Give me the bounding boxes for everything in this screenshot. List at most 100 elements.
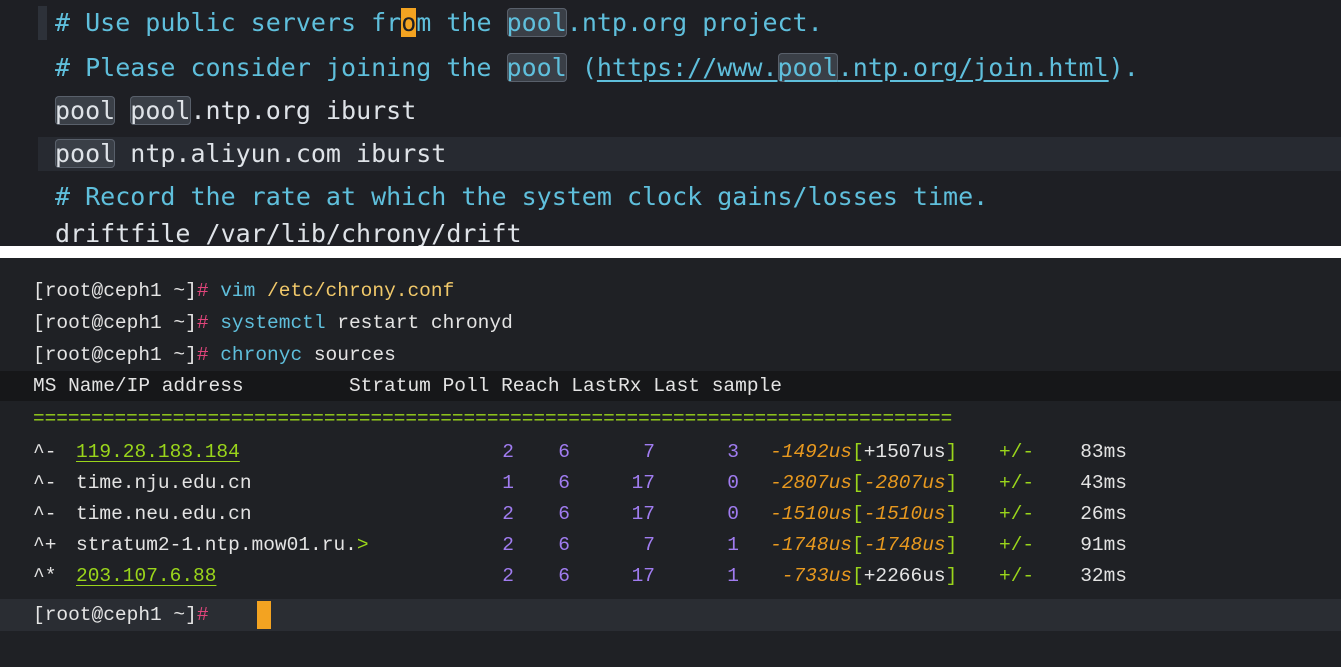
bracket-open: [ <box>852 503 864 525</box>
prompt-hash: # <box>196 280 209 302</box>
bracket-open: [ <box>852 472 864 494</box>
measured-value: +1507us <box>863 441 946 463</box>
error-bound: 91ms <box>1080 534 1127 556</box>
search-match: pool <box>130 96 191 125</box>
source-name: 119.28.183.184 <box>76 441 240 463</box>
source-name: 203.107.6.88 <box>76 565 217 587</box>
table-row: ^+ stratum2-1.ntp.mow01.ru.> 2 6 7 1 -1748us [-… <box>0 530 1341 560</box>
lastrx-value: 0 <box>727 472 739 494</box>
poll-value: 6 <box>558 565 570 587</box>
editor-line-1[interactable]: # Use public servers from the pool.ntp.o… <box>55 6 823 40</box>
reach-value: 7 <box>643 441 655 463</box>
plus-minus: +/- <box>999 565 1035 587</box>
text: .ntp.org project. <box>566 8 823 37</box>
vim-editor-panel[interactable]: # Use public servers from the pool.ntp.o… <box>0 0 1341 246</box>
stratum-value: 2 <box>502 565 514 587</box>
editor-line-5[interactable]: # Record the rate at which the system cl… <box>55 180 988 214</box>
measured-offset: [-2807us] <box>852 468 957 498</box>
error-bound: 43ms <box>1080 472 1127 494</box>
offset-value: -733us <box>781 565 852 587</box>
prompt: [root@ceph1 ~] <box>33 280 197 302</box>
plus-minus: +/- <box>999 503 1035 525</box>
url-part: https://www. <box>596 53 778 82</box>
lastrx-value: 1 <box>727 565 739 587</box>
text <box>115 96 130 125</box>
source-mode-state: ^- <box>33 441 57 463</box>
source-mode-state: ^- <box>33 503 57 525</box>
source-mode-state: ^* <box>33 565 57 587</box>
error-bound: 83ms <box>1080 441 1127 463</box>
measured-offset: [+2266us] <box>852 561 957 591</box>
stratum-value: 2 <box>502 441 514 463</box>
command-args: restart chronyd <box>325 312 513 334</box>
source-mode-state: ^+ <box>33 534 57 556</box>
measured-value: -2807us <box>863 472 946 494</box>
stratum-value: 2 <box>502 503 514 525</box>
search-match: pool <box>506 53 567 82</box>
command-line-3: [root@ceph1 ~]# chronyc sources <box>33 340 396 370</box>
lastrx-value: 3 <box>727 441 739 463</box>
offset-value: -1492us <box>770 441 852 463</box>
measured-offset: [-1510us] <box>852 499 957 529</box>
text: ntp.aliyun.com iburst <box>115 139 447 168</box>
table-row: ^- time.nju.edu.cn 1 6 17 0 -2807us [-2807us] +/… <box>0 468 1341 498</box>
command-line-active[interactable]: [root@ceph1 ~]# <box>33 600 209 630</box>
command: vim <box>220 280 256 302</box>
offset-value: -1748us <box>770 534 852 556</box>
prompt: [root@ceph1 ~] <box>33 312 197 334</box>
measured-value: +2266us <box>863 565 946 587</box>
poll-value: 6 <box>558 503 570 525</box>
plus-minus: +/- <box>999 472 1035 494</box>
table-row: ^* 203.107.6.88 2 6 17 1 -733us [+2266us] +/- 32m… <box>0 561 1341 591</box>
text: ( <box>566 53 597 82</box>
lastrx-value: 1 <box>727 534 739 556</box>
url-link[interactable]: https://www.pool.ntp.org/join.html <box>597 53 1109 82</box>
text: driftfile /var/lib/chrony/drift <box>55 223 522 246</box>
text: # Record the rate at which the system cl… <box>55 182 989 211</box>
search-match: pool <box>55 96 116 125</box>
command-args: sources <box>302 344 396 366</box>
table-row: ^- time.neu.edu.cn 2 6 17 0 -1510us [-1510us] +/… <box>0 499 1341 529</box>
text: # Please consider joining the <box>55 53 507 82</box>
command-line-1: [root@ceph1 ~]# vim /etc/chrony.conf <box>33 276 454 306</box>
poll-value: 6 <box>558 441 570 463</box>
bracket-close: ] <box>945 472 958 494</box>
prompt: [root@ceph1 ~] <box>33 604 197 626</box>
editor-cursor: o <box>401 8 417 37</box>
prompt: [root@ceph1 ~] <box>33 344 197 366</box>
reach-value: 17 <box>631 503 655 525</box>
text: .ntp.org iburst <box>190 96 417 125</box>
terminal-panel[interactable]: [root@ceph1 ~]# vim /etc/chrony.conf [ro… <box>0 258 1341 667</box>
stratum-value: 2 <box>502 534 514 556</box>
sources-table-header: MS Name/IP address Stratum Poll Reach La… <box>33 375 782 397</box>
bracket-open: [ <box>852 441 864 463</box>
offset-value: -2807us <box>770 472 852 494</box>
reach-value: 17 <box>631 472 655 494</box>
plus-minus: +/- <box>999 441 1035 463</box>
bracket-close: ] <box>945 503 958 525</box>
command-args: /etc/chrony.conf <box>255 280 455 302</box>
text: # Use public servers fr <box>55 8 402 37</box>
editor-line-4[interactable]: pool ntp.aliyun.com iburst <box>55 137 446 171</box>
editor-line-6[interactable]: driftfile /var/lib/chrony/drift <box>55 223 522 246</box>
terminal-cursor <box>257 601 271 629</box>
plus-minus: +/- <box>999 534 1035 556</box>
bracket-close: ] <box>945 534 958 556</box>
error-bound: 32ms <box>1080 565 1127 587</box>
prompt-hash: # <box>196 312 209 334</box>
prompt-hash: # <box>196 604 209 626</box>
bracket-close: ] <box>945 565 958 587</box>
editor-line-3[interactable]: pool pool.ntp.org iburst <box>55 94 416 128</box>
error-bound: 26ms <box>1080 503 1127 525</box>
bracket-open: [ <box>852 534 864 556</box>
measured-value: -1510us <box>863 503 946 525</box>
bracket-open: [ <box>852 565 864 587</box>
poll-value: 6 <box>558 534 570 556</box>
command: systemctl <box>220 312 326 334</box>
command: chronyc <box>220 344 303 366</box>
measured-offset: [-1748us] <box>852 530 957 560</box>
prompt-hash: # <box>196 344 209 366</box>
editor-line-2[interactable]: # Please consider joining the pool (http… <box>55 51 1139 85</box>
text: m the <box>416 8 507 37</box>
source-mode-state: ^- <box>33 472 57 494</box>
